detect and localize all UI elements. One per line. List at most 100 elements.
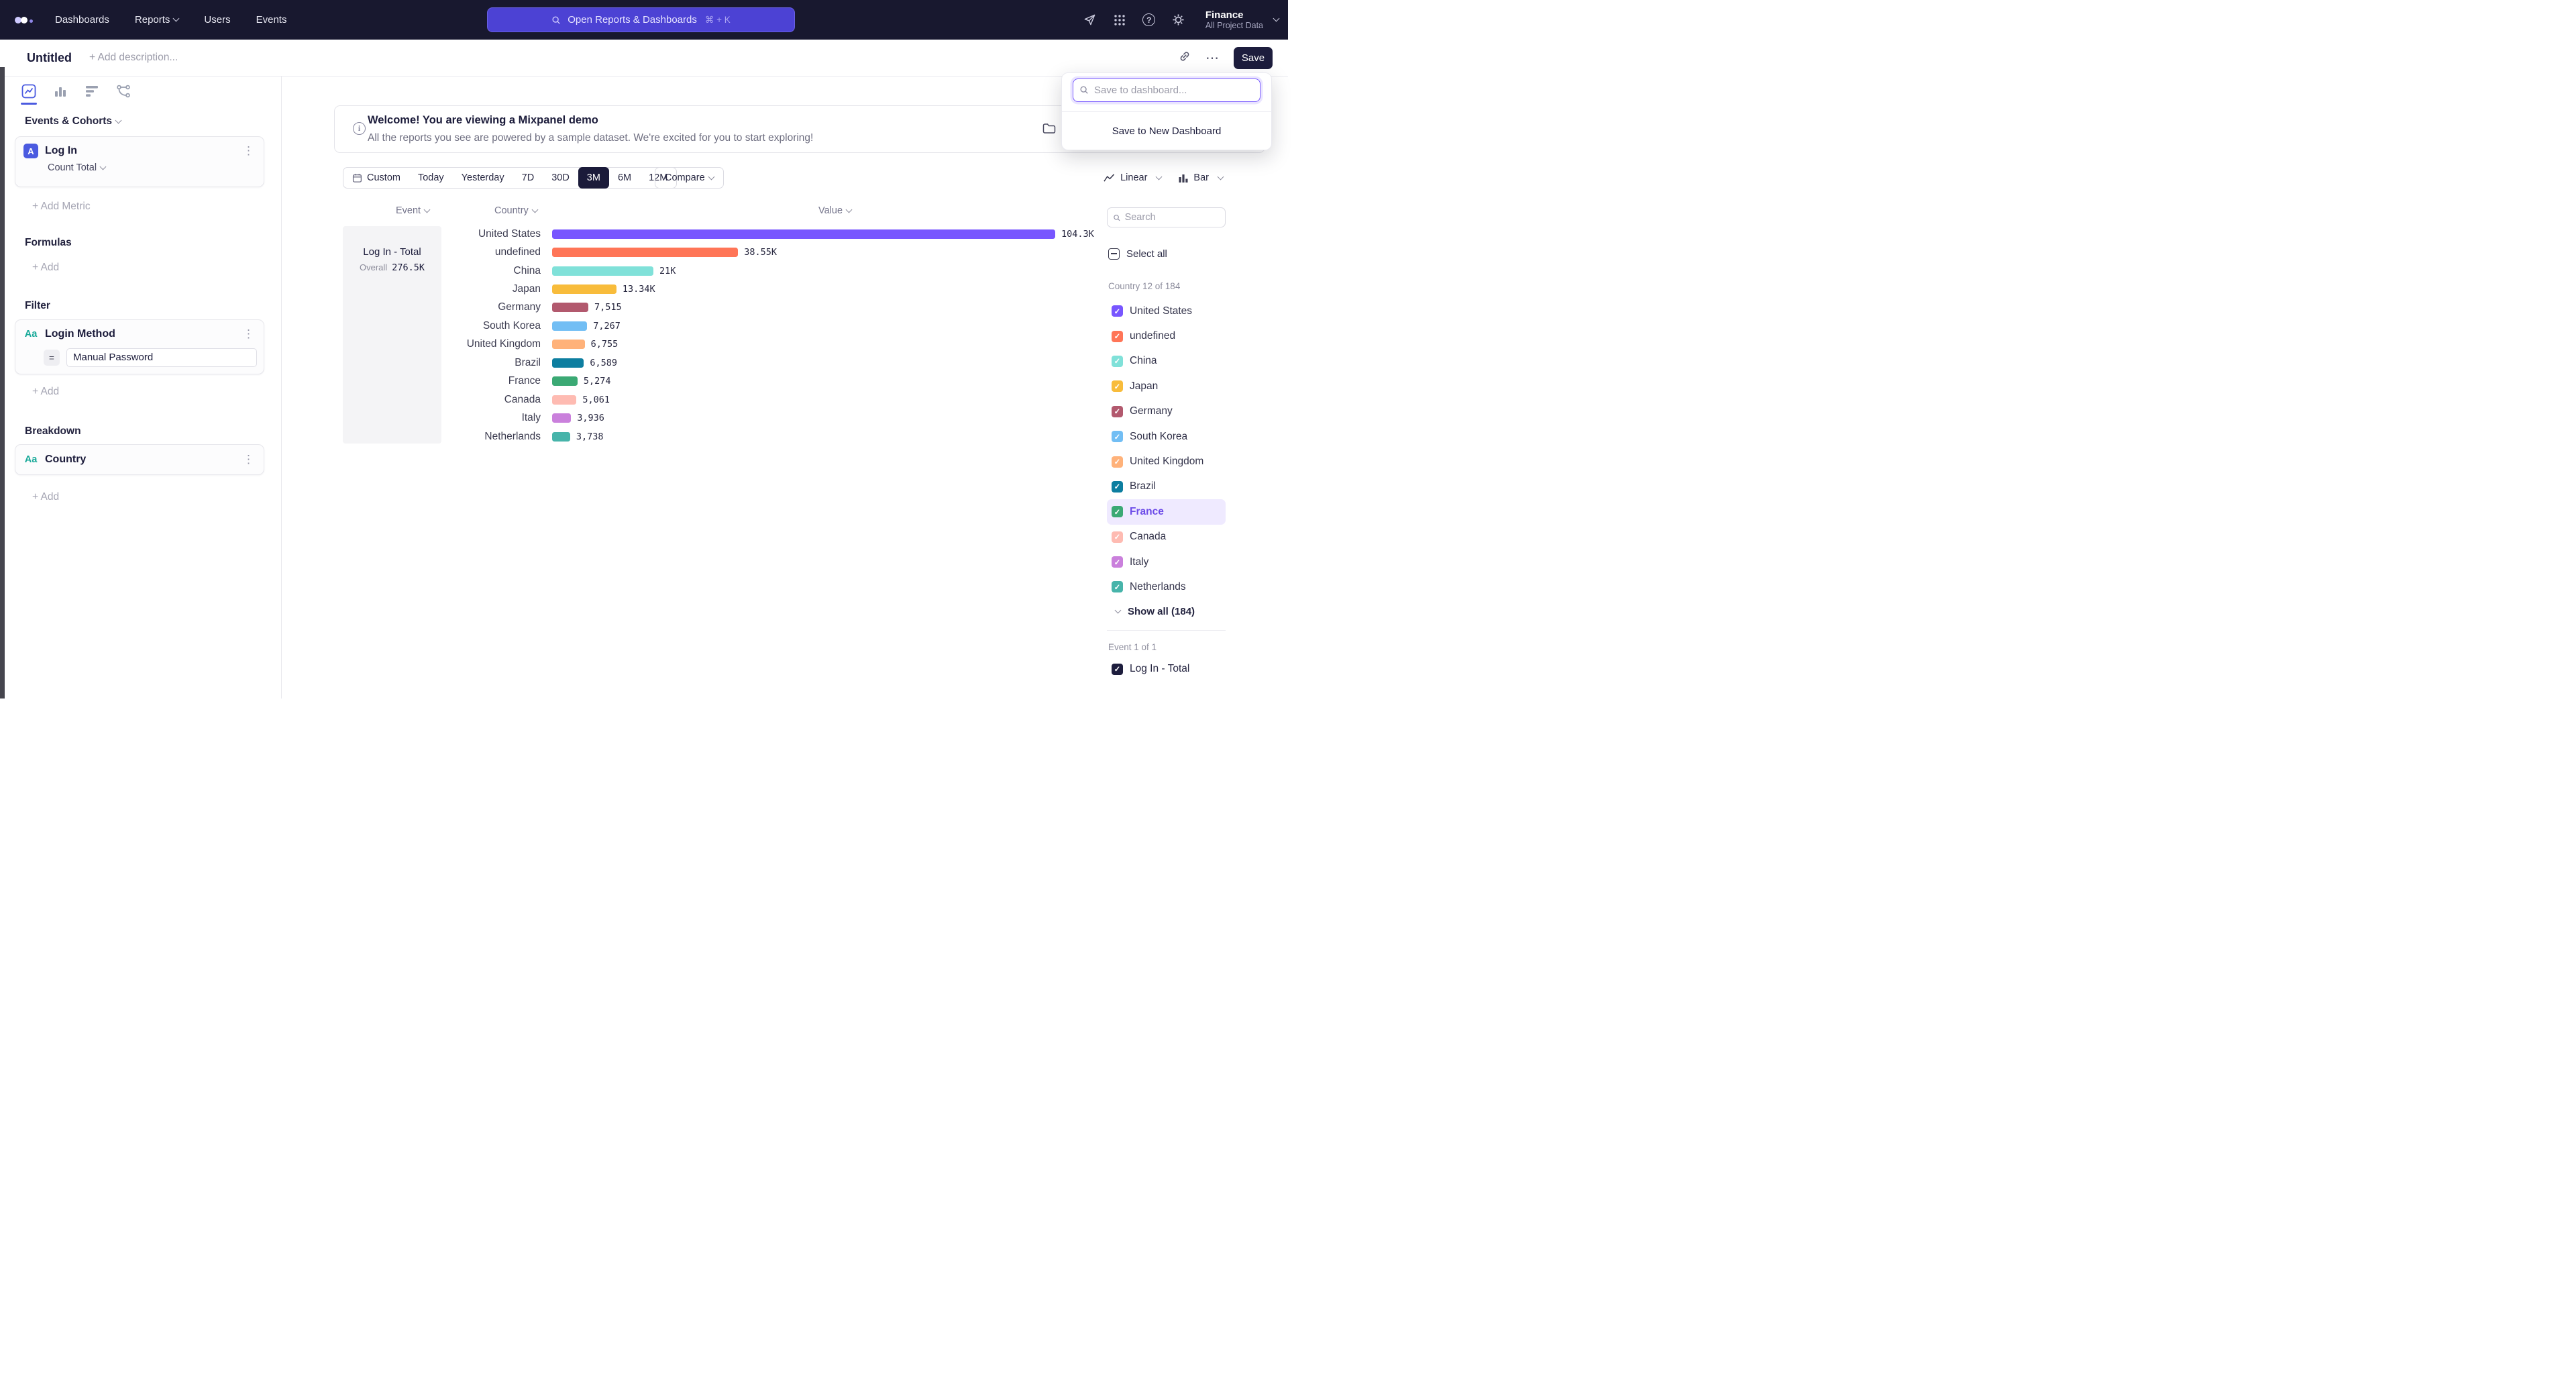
bar[interactable] <box>552 395 576 405</box>
checkbox-checked-icon[interactable]: ✓ <box>1112 481 1123 493</box>
filter-operator[interactable]: = <box>44 350 60 366</box>
save-to-dashboard-input[interactable] <box>1073 79 1260 102</box>
add-formula-button[interactable]: + Add <box>32 262 59 274</box>
events-cohorts-header[interactable]: Events & Cohorts <box>25 115 121 127</box>
date-range-7d[interactable]: 7D <box>513 167 543 189</box>
report-description-placeholder[interactable]: + Add description... <box>89 52 178 64</box>
kebab-icon[interactable]: ⋮ <box>241 327 256 341</box>
checkbox-checked-icon[interactable]: ✓ <box>1112 531 1123 543</box>
country-option-united-kingdom[interactable]: ✓United Kingdom <box>1107 449 1226 474</box>
funnel-tab-icon[interactable] <box>52 81 69 101</box>
checkbox-checked-icon[interactable]: ✓ <box>1112 380 1123 392</box>
date-range-6m[interactable]: 6M <box>609 167 640 189</box>
country-option-italy[interactable]: ✓Italy <box>1107 550 1226 574</box>
country-option-brazil[interactable]: ✓Brazil <box>1107 474 1226 499</box>
kebab-icon[interactable]: ⋮ <box>241 453 256 466</box>
report-title[interactable]: Untitled <box>27 51 72 65</box>
send-icon[interactable] <box>1083 13 1097 27</box>
global-search-button[interactable]: Open Reports & Dashboards ⌘ + K <box>487 7 795 32</box>
aggregation-dropdown[interactable]: Count Total <box>48 162 264 180</box>
bar[interactable] <box>552 248 738 257</box>
country-option-netherlands[interactable]: ✓Netherlands <box>1107 574 1226 599</box>
string-property-badge: Aa <box>23 452 38 467</box>
checkbox-checked-icon[interactable]: ✓ <box>1112 506 1123 517</box>
breakdown-property-name[interactable]: Country <box>45 454 241 466</box>
nav-item-reports[interactable]: Reports <box>135 14 179 25</box>
legend-search-input[interactable] <box>1125 212 1220 223</box>
bar[interactable] <box>552 229 1055 239</box>
checkbox-checked-icon[interactable]: ✓ <box>1112 331 1123 342</box>
chart-type-label: Bar <box>1193 172 1209 183</box>
legend-search[interactable] <box>1107 207 1226 227</box>
save-button[interactable]: Save <box>1234 47 1273 69</box>
checkbox-checked-icon[interactable]: ✓ <box>1112 556 1123 568</box>
gear-icon[interactable] <box>1172 13 1185 27</box>
checkbox-checked-icon[interactable]: ✓ <box>1112 356 1123 367</box>
grid-icon[interactable] <box>1113 13 1126 27</box>
date-range-custom[interactable]: Custom <box>343 167 409 189</box>
checkbox-checked-icon[interactable]: ✓ <box>1112 581 1123 592</box>
checkbox-checked-icon[interactable]: ✓ <box>1112 406 1123 417</box>
scrollbar[interactable] <box>0 67 5 698</box>
chart-type-dropdown[interactable]: Bar <box>1179 172 1223 183</box>
bar[interactable] <box>552 432 570 442</box>
nav-item-users[interactable]: Users <box>204 14 230 25</box>
country-column-header[interactable]: Country <box>494 205 537 216</box>
event-column-header[interactable]: Event <box>396 205 429 216</box>
add-metric-button[interactable]: + Add Metric <box>32 201 91 213</box>
country-option-united-states[interactable]: ✓United States <box>1107 299 1226 323</box>
checkbox-checked-icon[interactable]: ✓ <box>1112 431 1123 442</box>
link-icon[interactable] <box>1179 50 1191 66</box>
bar[interactable] <box>552 340 585 349</box>
checkbox-checked-icon[interactable]: ✓ <box>1112 305 1123 317</box>
more-icon[interactable]: ⋯ <box>1205 55 1219 62</box>
nav-item-events[interactable]: Events <box>256 14 287 25</box>
country-option-south-korea[interactable]: ✓South Korea <box>1107 424 1226 449</box>
date-range-3m[interactable]: 3M <box>578 167 609 189</box>
flows-tab-icon[interactable] <box>115 81 132 101</box>
metric-event-name[interactable]: Log In <box>45 145 241 157</box>
event-legend-item[interactable]: ✓ Log In - Total <box>1112 661 1189 677</box>
line-style-dropdown[interactable]: Linear <box>1104 172 1161 183</box>
country-option-canada[interactable]: ✓Canada <box>1107 525 1226 550</box>
help-icon[interactable]: ? <box>1142 13 1156 27</box>
date-range-yesterday[interactable]: Yesterday <box>453 167 513 189</box>
bar[interactable] <box>552 321 587 331</box>
select-all-toggle[interactable]: Select all <box>1108 245 1167 262</box>
project-switcher[interactable]: Finance All Project Data <box>1205 9 1279 30</box>
bar-value-label: 6,755 <box>591 339 619 350</box>
kebab-icon[interactable]: ⋮ <box>241 144 256 158</box>
mixpanel-logo[interactable] <box>15 13 38 27</box>
country-option-china[interactable]: ✓China <box>1107 349 1226 374</box>
bar[interactable] <box>552 284 616 294</box>
chevron-down-icon <box>115 117 122 123</box>
add-filter-button[interactable]: + Add <box>32 386 59 398</box>
date-range-30d[interactable]: 30D <box>543 167 578 189</box>
add-breakdown-button[interactable]: + Add <box>32 491 59 503</box>
filter-property-name[interactable]: Login Method <box>45 328 241 340</box>
chevron-down-icon <box>1273 15 1280 22</box>
country-option-undefined[interactable]: ✓undefined <box>1107 323 1226 348</box>
checkbox-checked-icon[interactable]: ✓ <box>1112 456 1123 468</box>
country-option-germany[interactable]: ✓ Germany <box>1107 399 1226 424</box>
insights-tab-icon[interactable] <box>20 81 38 101</box>
nav-item-dashboards[interactable]: Dashboards <box>55 14 109 25</box>
bar[interactable] <box>552 303 588 312</box>
country-column-label: Country <box>494 205 529 216</box>
bar[interactable] <box>552 266 653 276</box>
country-option-label: Germany <box>1130 405 1173 417</box>
filter-value-input[interactable]: Manual Password <box>66 348 257 367</box>
country-option-japan[interactable]: ✓Japan <box>1107 374 1226 399</box>
bar[interactable] <box>552 413 571 423</box>
date-range-today[interactable]: Today <box>409 167 453 189</box>
bar[interactable] <box>552 358 584 368</box>
retention-tab-icon[interactable] <box>83 81 101 101</box>
country-option-france[interactable]: ✓France <box>1107 499 1226 524</box>
save-to-new-dashboard-item[interactable]: Save to New Dashboard <box>1062 111 1271 150</box>
value-column-header[interactable]: Value <box>818 205 851 216</box>
show-all-button[interactable]: Show all (184) <box>1112 603 1195 619</box>
date-range-group: CustomTodayYesterday7D30D3M6M12M <box>343 167 677 189</box>
bar[interactable] <box>552 376 578 386</box>
compare-button[interactable]: Compare <box>655 167 724 189</box>
event-checkbox[interactable]: ✓ <box>1112 664 1123 675</box>
